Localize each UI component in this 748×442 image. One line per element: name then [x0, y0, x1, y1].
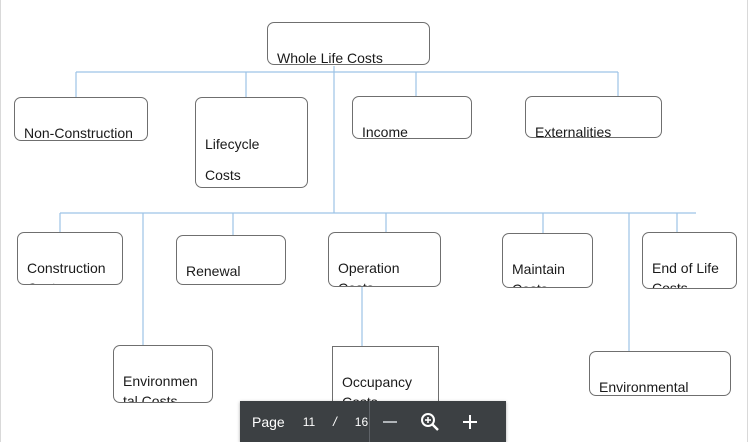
node-label: Environmental Costs [599, 379, 689, 395]
magnifier-plus-icon [421, 412, 439, 431]
node-end-of-life-costs: End of Life Costs [642, 232, 737, 289]
node-label: Whole Life Costs (WLC) [277, 50, 383, 65]
node-income: Income [352, 96, 472, 139]
node-environmental-costs-left: Environmen tal Costs [113, 345, 213, 403]
node-environmental-costs-right: Environmental Costs [589, 351, 731, 396]
zoom-fit-button[interactable] [410, 401, 450, 442]
minus-icon [383, 420, 397, 423]
node-maintain-costs: Maintain Costs [502, 233, 593, 288]
node-whole-life-costs: Whole Life Costs (WLC) [267, 22, 430, 65]
zoom-out-button[interactable] [370, 401, 410, 442]
node-label: Environmen tal Costs [123, 373, 198, 403]
page-word: Page [252, 413, 285, 430]
node-non-construction-costs: Non-Construction Costs [14, 97, 148, 141]
page-indicator: Page 11 / 16 [240, 401, 369, 442]
node-renewal-costs: Renewal Costs [176, 235, 286, 285]
zoom-in-button[interactable] [450, 401, 490, 442]
node-label: Lifecycle Costs (LCC) [205, 136, 260, 183]
node-operation-costs: Operation Costs [328, 232, 441, 287]
node-label: Renewal Costs [186, 263, 241, 284]
node-occupancy-costs: Occupancy Costs [332, 346, 439, 402]
node-label: Income [362, 124, 408, 139]
node-label: Occupancy Costs [342, 374, 413, 402]
node-label: End of Life Costs [652, 260, 719, 289]
page-separator: / [333, 414, 337, 429]
total-pages: 16 [354, 414, 369, 429]
node-lifecycle-costs: Lifecycle Costs (LCC) [195, 97, 308, 188]
current-page-number[interactable]: 11 [303, 415, 315, 429]
node-construction-costs: Construction Costs [17, 232, 123, 285]
node-label: Non-Construction Costs [24, 125, 133, 141]
node-label: Operation Costs [338, 260, 400, 286]
node-label: Construction Costs [27, 260, 106, 284]
node-label: Maintain Costs [512, 261, 565, 287]
plus-icon [463, 414, 477, 429]
node-label: Externalities [535, 124, 612, 138]
node-externalities: Externalities [525, 96, 662, 138]
page-toolbar: Page 11 / 16 [240, 401, 506, 442]
